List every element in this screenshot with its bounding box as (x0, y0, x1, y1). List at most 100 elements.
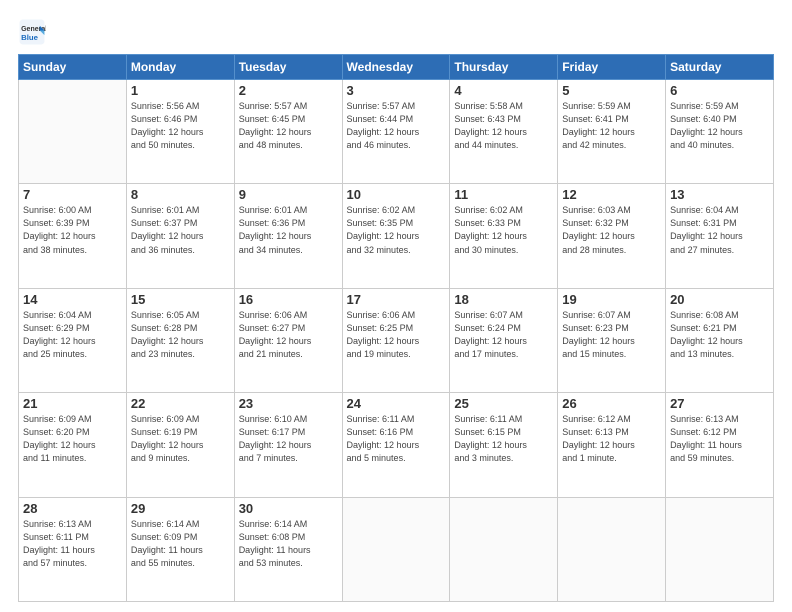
day-number: 26 (562, 396, 661, 411)
day-info: Sunrise: 6:01 AM Sunset: 6:36 PM Dayligh… (239, 204, 338, 256)
day-info: Sunrise: 6:13 AM Sunset: 6:12 PM Dayligh… (670, 413, 769, 465)
calendar-cell: 29 Sunrise: 6:14 AM Sunset: 6:09 PM Dayli… (126, 497, 234, 601)
day-info: Sunrise: 6:11 AM Sunset: 6:15 PM Dayligh… (454, 413, 553, 465)
calendar-cell (450, 497, 558, 601)
calendar-cell (342, 497, 450, 601)
calendar-cell (558, 497, 666, 601)
day-number: 5 (562, 83, 661, 98)
day-info: Sunrise: 6:01 AM Sunset: 6:37 PM Dayligh… (131, 204, 230, 256)
calendar-cell: 8 Sunrise: 6:01 AM Sunset: 6:37 PM Daylig… (126, 184, 234, 288)
day-number: 6 (670, 83, 769, 98)
calendar-cell: 21Sunrise: 6:09 AM Sunset: 6:20 PM Dayli… (19, 393, 127, 497)
day-number: 1 (131, 83, 230, 98)
day-info: Sunrise: 6:10 AM Sunset: 6:17 PM Dayligh… (239, 413, 338, 465)
day-number: 2 (239, 83, 338, 98)
day-number: 24 (347, 396, 446, 411)
day-number: 30 (239, 501, 338, 516)
calendar-cell: 5 Sunrise: 5:59 AM Sunset: 6:41 PM Daylig… (558, 80, 666, 184)
calendar-cell: 1 Sunrise: 5:56 AM Sunset: 6:46 PM Daylig… (126, 80, 234, 184)
calendar-cell: 25 Sunrise: 6:11 AM Sunset: 6:15 PM Dayli… (450, 393, 558, 497)
day-info: Sunrise: 6:02 AM Sunset: 6:33 PM Dayligh… (454, 204, 553, 256)
logo-icon: General Blue (18, 18, 46, 46)
calendar-cell: 2 Sunrise: 5:57 AM Sunset: 6:45 PM Daylig… (234, 80, 342, 184)
calendar-cell: 15 Sunrise: 6:05 AM Sunset: 6:28 PM Dayli… (126, 288, 234, 392)
day-info: Sunrise: 6:11 AM Sunset: 6:16 PM Dayligh… (347, 413, 446, 465)
day-info: Sunrise: 6:14 AM Sunset: 6:09 PM Dayligh… (131, 518, 230, 570)
calendar-cell: 16Sunrise: 6:06 AM Sunset: 6:27 PM Dayli… (234, 288, 342, 392)
calendar-header-wednesday: Wednesday (342, 55, 450, 80)
day-number: 11 (454, 187, 553, 202)
calendar-cell: 23 Sunrise: 6:10 AM Sunset: 6:17 PM Dayli… (234, 393, 342, 497)
header: General Blue (18, 18, 774, 46)
day-number: 3 (347, 83, 446, 98)
calendar-week-3: 21Sunrise: 6:09 AM Sunset: 6:20 PM Dayli… (19, 393, 774, 497)
page: General Blue SundayMondayTuesdayWednesda… (0, 0, 792, 612)
calendar-week-4: 28Sunrise: 6:13 AM Sunset: 6:11 PM Dayli… (19, 497, 774, 601)
calendar-cell: 19 Sunrise: 6:07 AM Sunset: 6:23 PM Dayli… (558, 288, 666, 392)
day-number: 23 (239, 396, 338, 411)
day-number: 4 (454, 83, 553, 98)
day-info: Sunrise: 5:58 AM Sunset: 6:43 PM Dayligh… (454, 100, 553, 152)
calendar-cell (666, 497, 774, 601)
day-number: 10 (347, 187, 446, 202)
day-info: Sunrise: 6:13 AM Sunset: 6:11 PM Dayligh… (23, 518, 122, 570)
calendar-header-sunday: Sunday (19, 55, 127, 80)
day-info: Sunrise: 6:02 AM Sunset: 6:35 PM Dayligh… (347, 204, 446, 256)
day-info: Sunrise: 6:09 AM Sunset: 6:19 PM Dayligh… (131, 413, 230, 465)
day-info: Sunrise: 5:57 AM Sunset: 6:44 PM Dayligh… (347, 100, 446, 152)
day-number: 17 (347, 292, 446, 307)
calendar-week-2: 14 Sunrise: 6:04 AM Sunset: 6:29 PM Dayli… (19, 288, 774, 392)
calendar-cell: 3 Sunrise: 5:57 AM Sunset: 6:44 PM Daylig… (342, 80, 450, 184)
svg-text:Blue: Blue (21, 33, 39, 42)
calendar-cell: 11 Sunrise: 6:02 AM Sunset: 6:33 PM Dayli… (450, 184, 558, 288)
day-info: Sunrise: 6:06 AM Sunset: 6:27 PM Dayligh… (239, 309, 338, 361)
day-number: 20 (670, 292, 769, 307)
calendar-cell: 26 Sunrise: 6:12 AM Sunset: 6:13 PM Dayli… (558, 393, 666, 497)
day-info: Sunrise: 6:08 AM Sunset: 6:21 PM Dayligh… (670, 309, 769, 361)
day-number: 13 (670, 187, 769, 202)
day-number: 22 (131, 396, 230, 411)
calendar-cell: 20 Sunrise: 6:08 AM Sunset: 6:21 PM Dayli… (666, 288, 774, 392)
day-info: Sunrise: 6:03 AM Sunset: 6:32 PM Dayligh… (562, 204, 661, 256)
day-number: 8 (131, 187, 230, 202)
day-info: Sunrise: 6:06 AM Sunset: 6:25 PM Dayligh… (347, 309, 446, 361)
calendar-cell: 27 Sunrise: 6:13 AM Sunset: 6:12 PM Dayli… (666, 393, 774, 497)
day-number: 29 (131, 501, 230, 516)
calendar-cell: 18Sunrise: 6:07 AM Sunset: 6:24 PM Dayli… (450, 288, 558, 392)
day-number: 27 (670, 396, 769, 411)
calendar-cell: 4 Sunrise: 5:58 AM Sunset: 6:43 PM Daylig… (450, 80, 558, 184)
calendar-header-tuesday: Tuesday (234, 55, 342, 80)
day-number: 14 (23, 292, 122, 307)
calendar-cell: 17 Sunrise: 6:06 AM Sunset: 6:25 PM Dayli… (342, 288, 450, 392)
day-number: 7 (23, 187, 122, 202)
calendar-week-1: 7 Sunrise: 6:00 AM Sunset: 6:39 PM Daylig… (19, 184, 774, 288)
calendar-header-row: SundayMondayTuesdayWednesdayThursdayFrid… (19, 55, 774, 80)
calendar-cell: 22 Sunrise: 6:09 AM Sunset: 6:19 PM Dayli… (126, 393, 234, 497)
calendar-week-0: 1 Sunrise: 5:56 AM Sunset: 6:46 PM Daylig… (19, 80, 774, 184)
calendar-header-saturday: Saturday (666, 55, 774, 80)
day-info: Sunrise: 5:56 AM Sunset: 6:46 PM Dayligh… (131, 100, 230, 152)
day-info: Sunrise: 6:07 AM Sunset: 6:23 PM Dayligh… (562, 309, 661, 361)
day-info: Sunrise: 6:12 AM Sunset: 6:13 PM Dayligh… (562, 413, 661, 465)
calendar-cell: 28Sunrise: 6:13 AM Sunset: 6:11 PM Dayli… (19, 497, 127, 601)
logo: General Blue (18, 18, 46, 46)
day-info: Sunrise: 6:00 AM Sunset: 6:39 PM Dayligh… (23, 204, 122, 256)
day-info: Sunrise: 6:04 AM Sunset: 6:31 PM Dayligh… (670, 204, 769, 256)
day-info: Sunrise: 5:59 AM Sunset: 6:40 PM Dayligh… (670, 100, 769, 152)
day-number: 12 (562, 187, 661, 202)
calendar-table: SundayMondayTuesdayWednesdayThursdayFrid… (18, 54, 774, 602)
calendar-cell: 9Sunrise: 6:01 AM Sunset: 6:36 PM Daylig… (234, 184, 342, 288)
day-info: Sunrise: 5:59 AM Sunset: 6:41 PM Dayligh… (562, 100, 661, 152)
calendar-cell: 12 Sunrise: 6:03 AM Sunset: 6:32 PM Dayli… (558, 184, 666, 288)
day-info: Sunrise: 6:05 AM Sunset: 6:28 PM Dayligh… (131, 309, 230, 361)
day-number: 25 (454, 396, 553, 411)
calendar-cell: 14 Sunrise: 6:04 AM Sunset: 6:29 PM Dayli… (19, 288, 127, 392)
calendar-header-thursday: Thursday (450, 55, 558, 80)
day-number: 15 (131, 292, 230, 307)
calendar-cell: 24 Sunrise: 6:11 AM Sunset: 6:16 PM Dayli… (342, 393, 450, 497)
day-number: 21 (23, 396, 122, 411)
day-info: Sunrise: 5:57 AM Sunset: 6:45 PM Dayligh… (239, 100, 338, 152)
day-info: Sunrise: 6:04 AM Sunset: 6:29 PM Dayligh… (23, 309, 122, 361)
calendar-cell (19, 80, 127, 184)
day-number: 19 (562, 292, 661, 307)
